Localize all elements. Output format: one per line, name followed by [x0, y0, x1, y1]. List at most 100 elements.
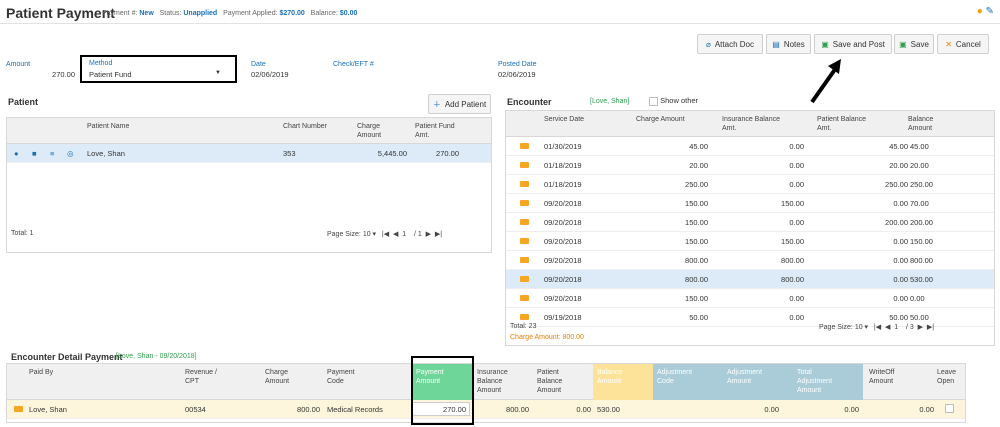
- cell: 800.00: [781, 256, 804, 265]
- cell: 150.00: [685, 218, 708, 227]
- cell: 45.00: [889, 142, 908, 151]
- save-button[interactable]: ▣ Save: [894, 34, 934, 54]
- cell: 20.00: [889, 161, 908, 170]
- page-title: Patient Payment: [6, 5, 115, 21]
- table-row[interactable]: 09/20/2018 150.00 0.00 0.00 0.00: [506, 289, 994, 308]
- cell: 530.00: [910, 275, 933, 284]
- cell: 0.00: [789, 180, 804, 189]
- cell: 45.00: [910, 142, 929, 151]
- cell: 0.00: [893, 294, 908, 303]
- table-row[interactable]: 01/30/2019 45.00 0.00 45.00 45.00: [506, 137, 994, 156]
- cell: 09/20/2018: [544, 256, 582, 265]
- folder-icon[interactable]: [520, 314, 529, 320]
- folder-icon[interactable]: [520, 162, 529, 168]
- cancel-button[interactable]: ✕ Cancel: [937, 34, 989, 54]
- folder-icon[interactable]: [520, 143, 529, 149]
- cell: 150.00: [685, 237, 708, 246]
- cell: 09/20/2018: [544, 275, 582, 284]
- table-row[interactable]: 09/20/2018 150.00 0.00 200.00 200.00: [506, 213, 994, 232]
- table-row[interactable]: Love, Shan 00534 800.00 Medical Records …: [7, 400, 965, 419]
- cell: 0.00: [893, 199, 908, 208]
- save-icon: ▣: [821, 39, 829, 49]
- annotation-arrow: [810, 59, 841, 104]
- patient-pager[interactable]: Page Size: 10 ▾ |◀ ◀ 1 / 1 ▶ ▶|: [327, 230, 442, 238]
- add-patient-button[interactable]: ＋ Add Patient: [428, 94, 491, 114]
- cell: 0.00: [789, 161, 804, 170]
- cell: 150.00: [685, 294, 708, 303]
- posted-date-label: Posted Date: [498, 61, 537, 68]
- plus-icon: ＋: [432, 99, 441, 109]
- cell: 0.00: [910, 294, 925, 303]
- person-icon[interactable]: ●: [14, 149, 19, 158]
- cell: 250.00: [885, 180, 908, 189]
- cell: 800.00: [910, 256, 933, 265]
- cell: 800.00: [685, 275, 708, 284]
- folder-icon[interactable]: [520, 276, 529, 282]
- cell: 45.00: [689, 142, 708, 151]
- date-field[interactable]: 02/06/2019: [251, 70, 289, 79]
- folder-icon[interactable]: [520, 257, 529, 263]
- cell: 50.00: [689, 313, 708, 322]
- table-row[interactable]: 09/20/2018 150.00 150.00 0.00 70.00: [506, 194, 994, 213]
- notes-button[interactable]: ▤ Notes: [766, 34, 811, 54]
- folder-icon[interactable]: [520, 238, 529, 244]
- cell: 800.00: [781, 275, 804, 284]
- date-label: Date: [251, 61, 266, 68]
- folder-icon[interactable]: [520, 181, 529, 187]
- encounter-pager[interactable]: Page Size: 10 ▾ |◀ ◀ 1 / 3 ▶ ▶|: [819, 323, 934, 331]
- payment-amount-highlight: [411, 356, 474, 425]
- cell: 250.00: [685, 180, 708, 189]
- method-select[interactable]: Method Patient Fund ▼: [80, 55, 237, 83]
- cell: 150.00: [781, 199, 804, 208]
- method-label: Method: [89, 60, 113, 67]
- cell: 150.00: [781, 237, 804, 246]
- table-row[interactable]: 09/20/2018 800.00 800.00 0.00 530.00: [506, 270, 994, 289]
- cell: 150.00: [910, 237, 933, 246]
- check-eft-label: Check/EFT #: [333, 61, 374, 68]
- posted-date-field[interactable]: 02/06/2019: [498, 70, 536, 79]
- detail-tag: [Love, Shan - 09/20/2018]: [116, 353, 197, 360]
- cell: 0.00: [789, 313, 804, 322]
- info-icon[interactable]: ◎: [67, 149, 74, 158]
- cell: 01/30/2019: [544, 142, 582, 151]
- cell: 09/20/2018: [544, 199, 582, 208]
- detail-grid: Paid By Revenue / CPT Charge Amount Paym…: [6, 363, 966, 423]
- cell: 0.00: [893, 256, 908, 265]
- table-row[interactable]: 09/20/2018 800.00 800.00 0.00 800.00: [506, 251, 994, 270]
- cell: 09/20/2018: [544, 218, 582, 227]
- bank-icon[interactable]: ■: [32, 149, 37, 158]
- cell: 70.00: [910, 199, 929, 208]
- payment-meta: Payment #: New Status: Unapplied Payment…: [102, 10, 358, 17]
- link-icon[interactable]: ✎: [986, 6, 994, 17]
- folder-icon: [14, 406, 23, 412]
- amount-label: Amount: [6, 61, 31, 68]
- encounter-tag: [Love, Shan]: [590, 98, 630, 105]
- amount-field[interactable]: 270.00: [40, 70, 75, 79]
- show-other-checkbox[interactable]: Show other: [649, 96, 698, 106]
- close-icon: ✕: [945, 39, 952, 49]
- attach-doc-button[interactable]: ⌀ Attach Doc: [697, 34, 763, 54]
- folder-icon[interactable]: [520, 295, 529, 301]
- cell: 01/18/2019: [544, 161, 582, 170]
- table-row[interactable]: ● ■ ≡ ◎ Love, Shan 353 5,445.00 270.00: [7, 144, 491, 163]
- save-and-post-button[interactable]: ▣ Save and Post: [814, 34, 892, 54]
- cell: 09/20/2018: [544, 237, 582, 246]
- save-icon: ▣: [899, 39, 907, 49]
- folder-icon[interactable]: [520, 219, 529, 225]
- table-row[interactable]: 01/18/2019 250.00 0.00 250.00 250.00: [506, 175, 994, 194]
- cell: 0.00: [789, 142, 804, 151]
- leave-open-checkbox[interactable]: [945, 404, 954, 413]
- paperclip-icon: ⌀: [706, 39, 711, 49]
- table-row[interactable]: 09/20/2018 150.00 150.00 0.00 150.00: [506, 232, 994, 251]
- cell: 200.00: [910, 218, 933, 227]
- list-icon[interactable]: ≡: [50, 149, 54, 158]
- encounter-section-title: Encounter: [507, 97, 552, 107]
- table-row[interactable]: 01/18/2019 20.00 0.00 20.00 20.00: [506, 156, 994, 175]
- chevron-down-icon: ▼: [215, 70, 221, 76]
- patient-grid: Patient Name Chart Number Charge Amount …: [6, 117, 492, 253]
- cell: 0.00: [789, 218, 804, 227]
- folder-icon[interactable]: [520, 200, 529, 206]
- cell: 50.00: [889, 313, 908, 322]
- cell: 150.00: [685, 199, 708, 208]
- help-icon[interactable]: ● ✎: [977, 6, 994, 17]
